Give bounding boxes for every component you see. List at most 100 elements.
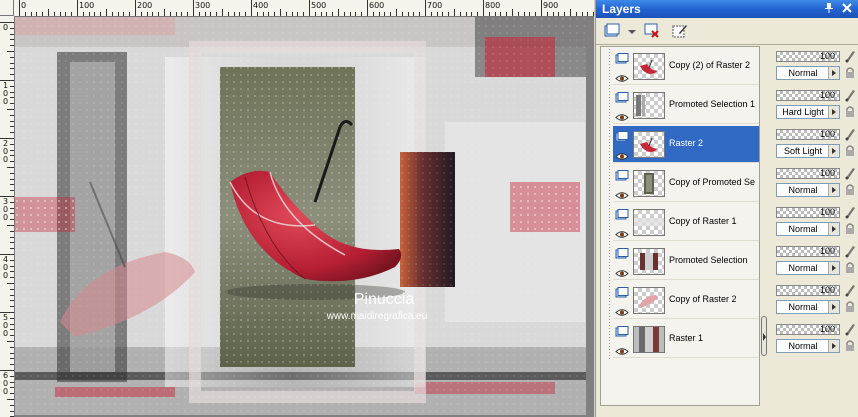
layer-thumbnail[interactable]	[633, 170, 665, 197]
blend-mode-select[interactable]: Normal	[776, 222, 840, 236]
image-canvas[interactable]: Pinuccia www.maidiregrafica.eu	[15, 17, 586, 415]
edit-brush-icon[interactable]	[844, 166, 856, 180]
layer-row[interactable]: Copy of Raster 2	[613, 282, 759, 319]
lock-transparency-icon[interactable]	[844, 222, 856, 236]
visibility-eye-icon[interactable]	[615, 265, 629, 277]
ruler-major-tick	[425, 0, 426, 16]
layer-name[interactable]: Copy of Promoted Se	[669, 177, 759, 187]
layer-list[interactable]: Copy (2) of Raster 2 Promoted Selection 1…	[600, 46, 760, 406]
layer-name[interactable]: Promoted Selection	[669, 255, 759, 265]
opacity-slider[interactable]: 100	[776, 246, 840, 257]
blend-mode-select[interactable]: Normal	[776, 339, 840, 353]
splitter-grip[interactable]	[761, 316, 767, 356]
visibility-eye-icon[interactable]	[615, 148, 629, 160]
ruler-minor-tick	[36, 12, 38, 16]
new-layer-dropdown[interactable]	[622, 21, 642, 41]
ruler-minor-tick	[10, 364, 14, 366]
layer-row[interactable]: Promoted Selection	[613, 243, 759, 280]
lock-transparency-icon[interactable]	[844, 300, 856, 314]
layer-thumbnail[interactable]	[633, 248, 665, 275]
panel-splitter[interactable]	[761, 46, 769, 406]
opacity-slider[interactable]: 100	[776, 207, 840, 218]
blend-mode-select[interactable]: Normal	[776, 66, 840, 80]
layer-name[interactable]: Promoted Selection 1	[669, 99, 759, 109]
visibility-eye-icon[interactable]	[615, 109, 629, 121]
chevron-right-icon[interactable]	[828, 67, 839, 79]
edit-brush-icon[interactable]	[844, 205, 856, 219]
layer-thumbnail[interactable]	[633, 209, 665, 236]
layer-thumbnail[interactable]	[633, 92, 665, 119]
edit-brush-icon[interactable]	[844, 49, 856, 63]
opacity-slider[interactable]: 100	[776, 51, 840, 62]
chevron-right-icon[interactable]	[828, 106, 839, 118]
blend-mode-select[interactable]: Normal	[776, 300, 840, 314]
layers-titlebar[interactable]: Layers	[596, 0, 858, 18]
lock-transparency-icon[interactable]	[844, 66, 856, 80]
layer-thumbnail[interactable]	[633, 287, 665, 314]
layer-type-icon[interactable]	[615, 169, 629, 181]
layer-row[interactable]: Raster 1	[613, 321, 759, 358]
opacity-slider[interactable]: 100	[776, 168, 840, 179]
blend-mode-select[interactable]: Normal	[776, 261, 840, 275]
lock-transparency-icon[interactable]	[844, 261, 856, 275]
blend-mode-select[interactable]: Normal	[776, 183, 840, 197]
layer-row[interactable]: Raster 2	[613, 126, 759, 163]
ruler-minor-tick	[471, 12, 473, 16]
layer-row[interactable]: Copy of Raster 1	[613, 204, 759, 241]
opacity-slider[interactable]: 100	[776, 90, 840, 101]
close-icon[interactable]	[841, 2, 853, 14]
layer-type-icon[interactable]	[615, 325, 629, 337]
visibility-eye-icon[interactable]	[615, 226, 629, 238]
chevron-right-icon[interactable]	[828, 340, 839, 352]
blend-mode-select[interactable]: Hard Light	[776, 105, 840, 119]
pin-icon[interactable]	[823, 2, 835, 14]
layer-type-icon[interactable]	[615, 247, 629, 259]
chevron-right-icon[interactable]	[828, 301, 839, 313]
edit-brush-icon[interactable]	[844, 283, 856, 297]
layer-type-icon[interactable]	[615, 91, 629, 103]
chevron-right-icon[interactable]	[828, 223, 839, 235]
ruler-minor-tick	[164, 9, 165, 16]
layer-thumbnail[interactable]	[633, 131, 665, 158]
delete-layer-button[interactable]	[642, 21, 662, 41]
layer-thumbnail[interactable]	[633, 326, 665, 353]
edit-brush-icon[interactable]	[844, 322, 856, 336]
edit-brush-icon[interactable]	[844, 88, 856, 102]
layer-properties-row: 100 Normal	[770, 281, 858, 318]
layer-name[interactable]: Copy (2) of Raster 2	[669, 60, 759, 70]
layer-type-icon[interactable]	[615, 286, 629, 298]
layer-name[interactable]: Raster 2	[669, 138, 759, 148]
layer-row[interactable]: Promoted Selection 1	[613, 87, 759, 124]
opacity-slider[interactable]: 100	[776, 129, 840, 140]
layer-name[interactable]: Copy of Raster 1	[669, 216, 759, 226]
lock-transparency-icon[interactable]	[844, 144, 856, 158]
layer-type-icon[interactable]	[615, 208, 629, 220]
layer-row[interactable]: Copy (2) of Raster 2	[613, 48, 759, 85]
opacity-slider[interactable]: 100	[776, 324, 840, 335]
edit-brush-icon[interactable]	[844, 244, 856, 258]
layer-thumbnail[interactable]	[633, 53, 665, 80]
blend-mode-select[interactable]: Soft Light	[776, 144, 840, 158]
lock-transparency-icon[interactable]	[844, 105, 856, 119]
visibility-eye-icon[interactable]	[615, 70, 629, 82]
layer-name[interactable]: Copy of Raster 2	[669, 294, 759, 304]
chevron-right-icon[interactable]	[828, 262, 839, 274]
ruler-minor-tick	[10, 85, 14, 87]
chevron-right-icon[interactable]	[828, 184, 839, 196]
layer-name[interactable]: Raster 1	[669, 333, 759, 343]
lock-transparency-icon[interactable]	[844, 339, 856, 353]
visibility-eye-icon[interactable]	[615, 187, 629, 199]
lock-transparency-icon[interactable]	[844, 183, 856, 197]
ruler-minor-tick	[175, 12, 177, 16]
visibility-eye-icon[interactable]	[615, 304, 629, 316]
edit-brush-icon[interactable]	[844, 127, 856, 141]
layer-type-icon[interactable]	[615, 130, 629, 142]
layer-properties-button[interactable]	[670, 21, 690, 41]
canvas-area[interactable]: 0 100 200 300 400 500 600 700 800 900 0 100 200 300 4…	[0, 0, 594, 417]
layer-row[interactable]: Copy of Promoted Se	[613, 165, 759, 202]
layer-type-icon[interactable]	[615, 52, 629, 64]
visibility-eye-icon[interactable]	[615, 343, 629, 355]
new-layer-button[interactable]	[602, 21, 622, 41]
opacity-slider[interactable]: 100	[776, 285, 840, 296]
chevron-right-icon[interactable]	[828, 145, 839, 157]
